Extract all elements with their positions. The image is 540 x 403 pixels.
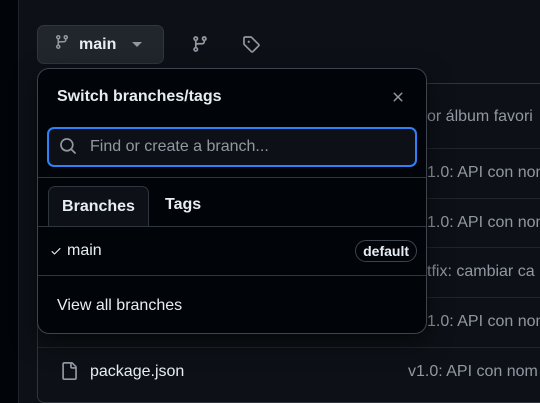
branch-tag-tabs: Branches Tags xyxy=(38,177,426,227)
git-branch-icon xyxy=(54,34,70,55)
commit-message[interactable]: or álbum favori xyxy=(427,108,533,126)
caret-down-icon xyxy=(132,42,143,47)
tab-branches[interactable]: Branches xyxy=(48,186,149,226)
default-badge: default xyxy=(355,240,417,262)
commit-message[interactable]: 1.0: API con nom xyxy=(427,164,540,182)
commit-message[interactable]: 1.0: API con nom xyxy=(427,313,540,331)
left-rail xyxy=(0,0,19,403)
check-icon xyxy=(50,244,62,262)
tab-tags[interactable]: Tags xyxy=(165,196,201,214)
search-icon xyxy=(59,137,79,157)
close-icon[interactable] xyxy=(390,89,406,105)
commit-message[interactable]: v1.0: API con nom xyxy=(408,363,538,381)
file-icon xyxy=(60,361,78,386)
branch-list-item[interactable]: main default xyxy=(38,226,426,276)
branch-search-input[interactable] xyxy=(88,137,392,157)
branch-search-field[interactable] xyxy=(47,127,417,167)
view-all-branches-link[interactable]: View all branches xyxy=(57,297,182,315)
commit-message[interactable]: 1.0: API con nom xyxy=(427,214,540,232)
branch-selector-label: main xyxy=(79,35,117,53)
tag-icon[interactable] xyxy=(240,33,262,55)
switch-branches-dropdown: Switch branches/tags Branches Tags main … xyxy=(37,68,427,334)
commit-message[interactable]: tfix: cambiar ca xyxy=(427,263,535,281)
file-name[interactable]: package.json xyxy=(90,363,184,381)
branch-name: main xyxy=(67,242,102,259)
branch-selector-button[interactable]: main xyxy=(37,25,164,64)
table-row[interactable]: package.json v1.0: API con nom xyxy=(38,347,540,398)
branches-icon[interactable] xyxy=(189,33,211,55)
dropdown-title: Switch branches/tags xyxy=(57,88,222,105)
